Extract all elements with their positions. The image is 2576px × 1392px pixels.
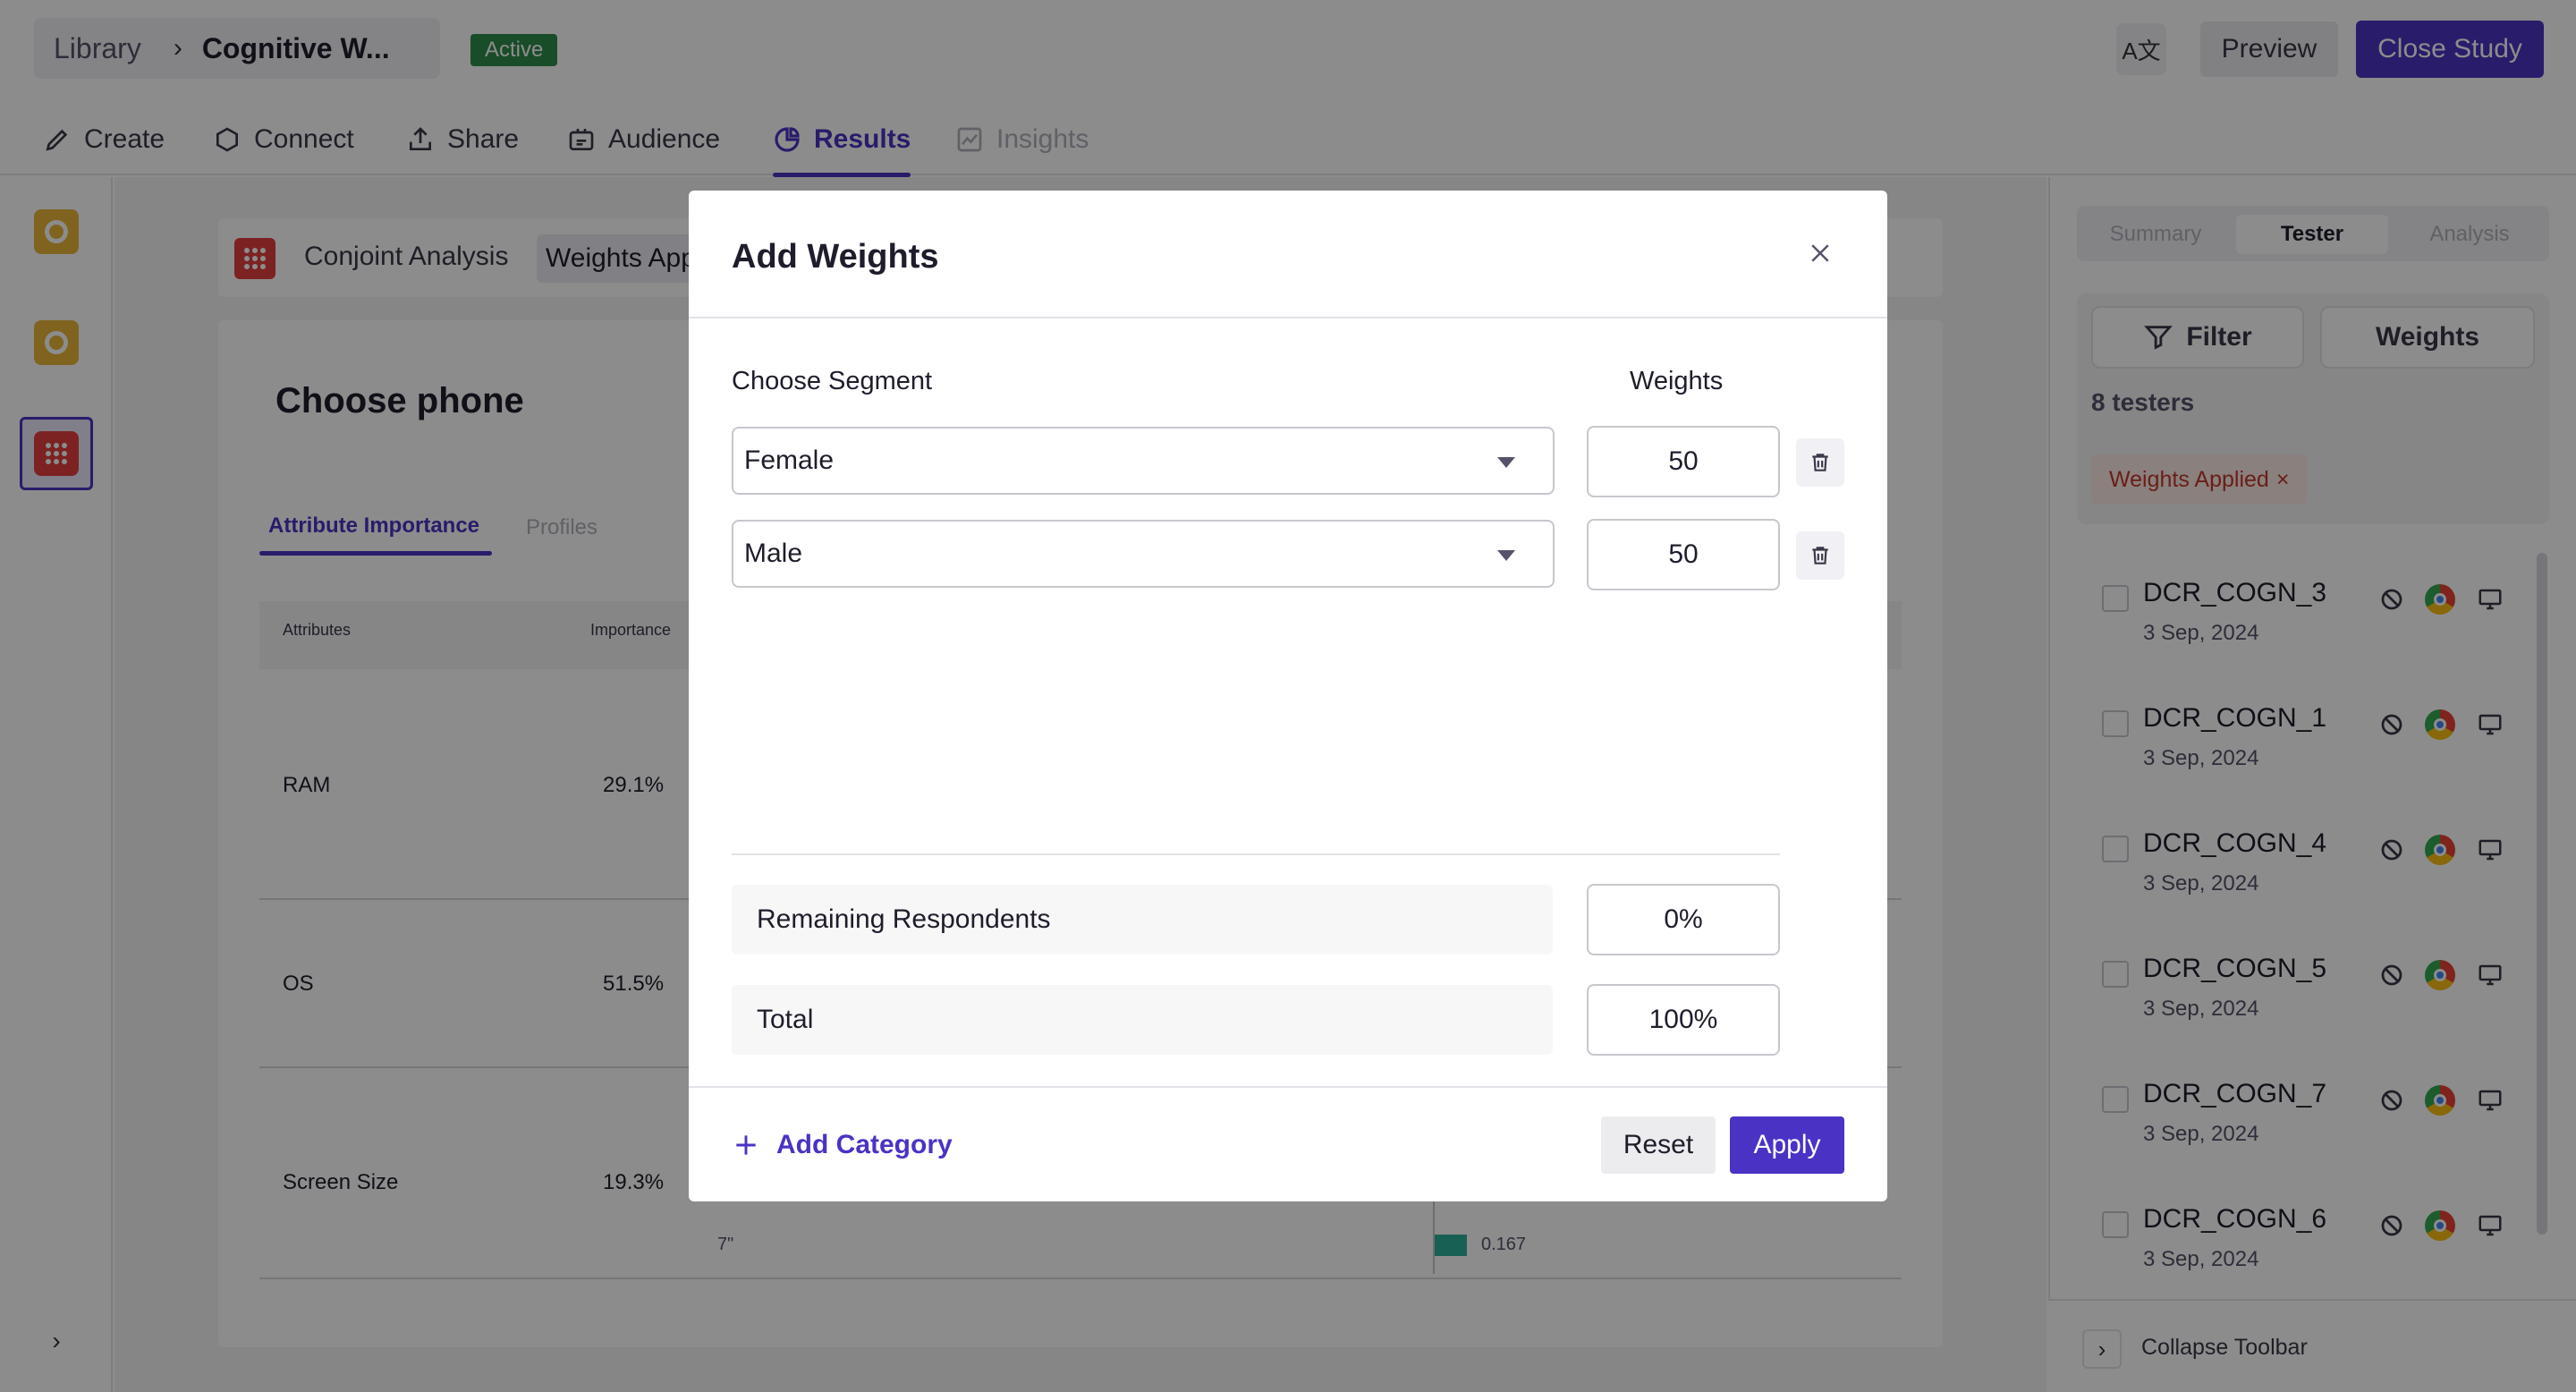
remaining-respondents-row: Remaining Respondents [732,885,1553,955]
caret-down-icon [1497,550,1515,561]
total-row: Total [732,985,1553,1055]
summary-divider [732,853,1780,855]
segment-select[interactable]: Male [732,520,1555,588]
segment-select[interactable]: Female [732,427,1555,495]
apply-button[interactable]: Apply [1730,1116,1844,1174]
plus-icon [736,1135,756,1155]
delete-button[interactable] [1796,438,1844,487]
reset-button[interactable]: Reset [1601,1116,1716,1174]
weight-input[interactable] [1587,519,1780,590]
trash-icon [1812,547,1828,564]
total-value: 100% [1587,984,1780,1056]
trash-icon [1812,454,1828,471]
segment-value: Female [744,446,835,475]
segment-value: Male [744,539,803,568]
modal-footer-divider [689,1086,1887,1088]
delete-button[interactable] [1796,531,1844,580]
close-icon[interactable] [1801,234,1839,272]
modal-title: Add Weights [732,238,939,276]
weight-input[interactable] [1587,426,1780,497]
choose-segment-label: Choose Segment [732,367,933,395]
remaining-respondents-value: 0% [1587,884,1780,955]
caret-down-icon [1497,457,1515,468]
add-category-button[interactable]: Add Category [732,1125,953,1165]
modal-divider [689,317,1887,318]
add-category-label: Add Category [776,1130,953,1159]
weights-label: Weights [1630,367,1724,395]
